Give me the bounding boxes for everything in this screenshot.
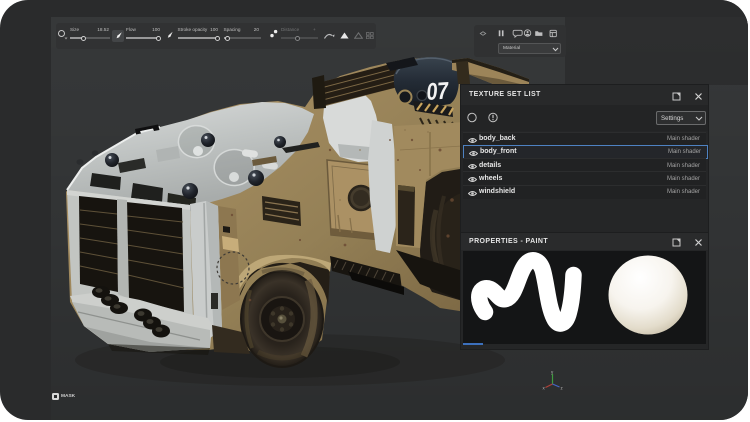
svg-text:07: 07 — [425, 77, 450, 106]
svg-text:y: y — [551, 370, 554, 375]
svg-text:z: z — [561, 386, 564, 391]
svg-text:x: x — [543, 386, 546, 391]
